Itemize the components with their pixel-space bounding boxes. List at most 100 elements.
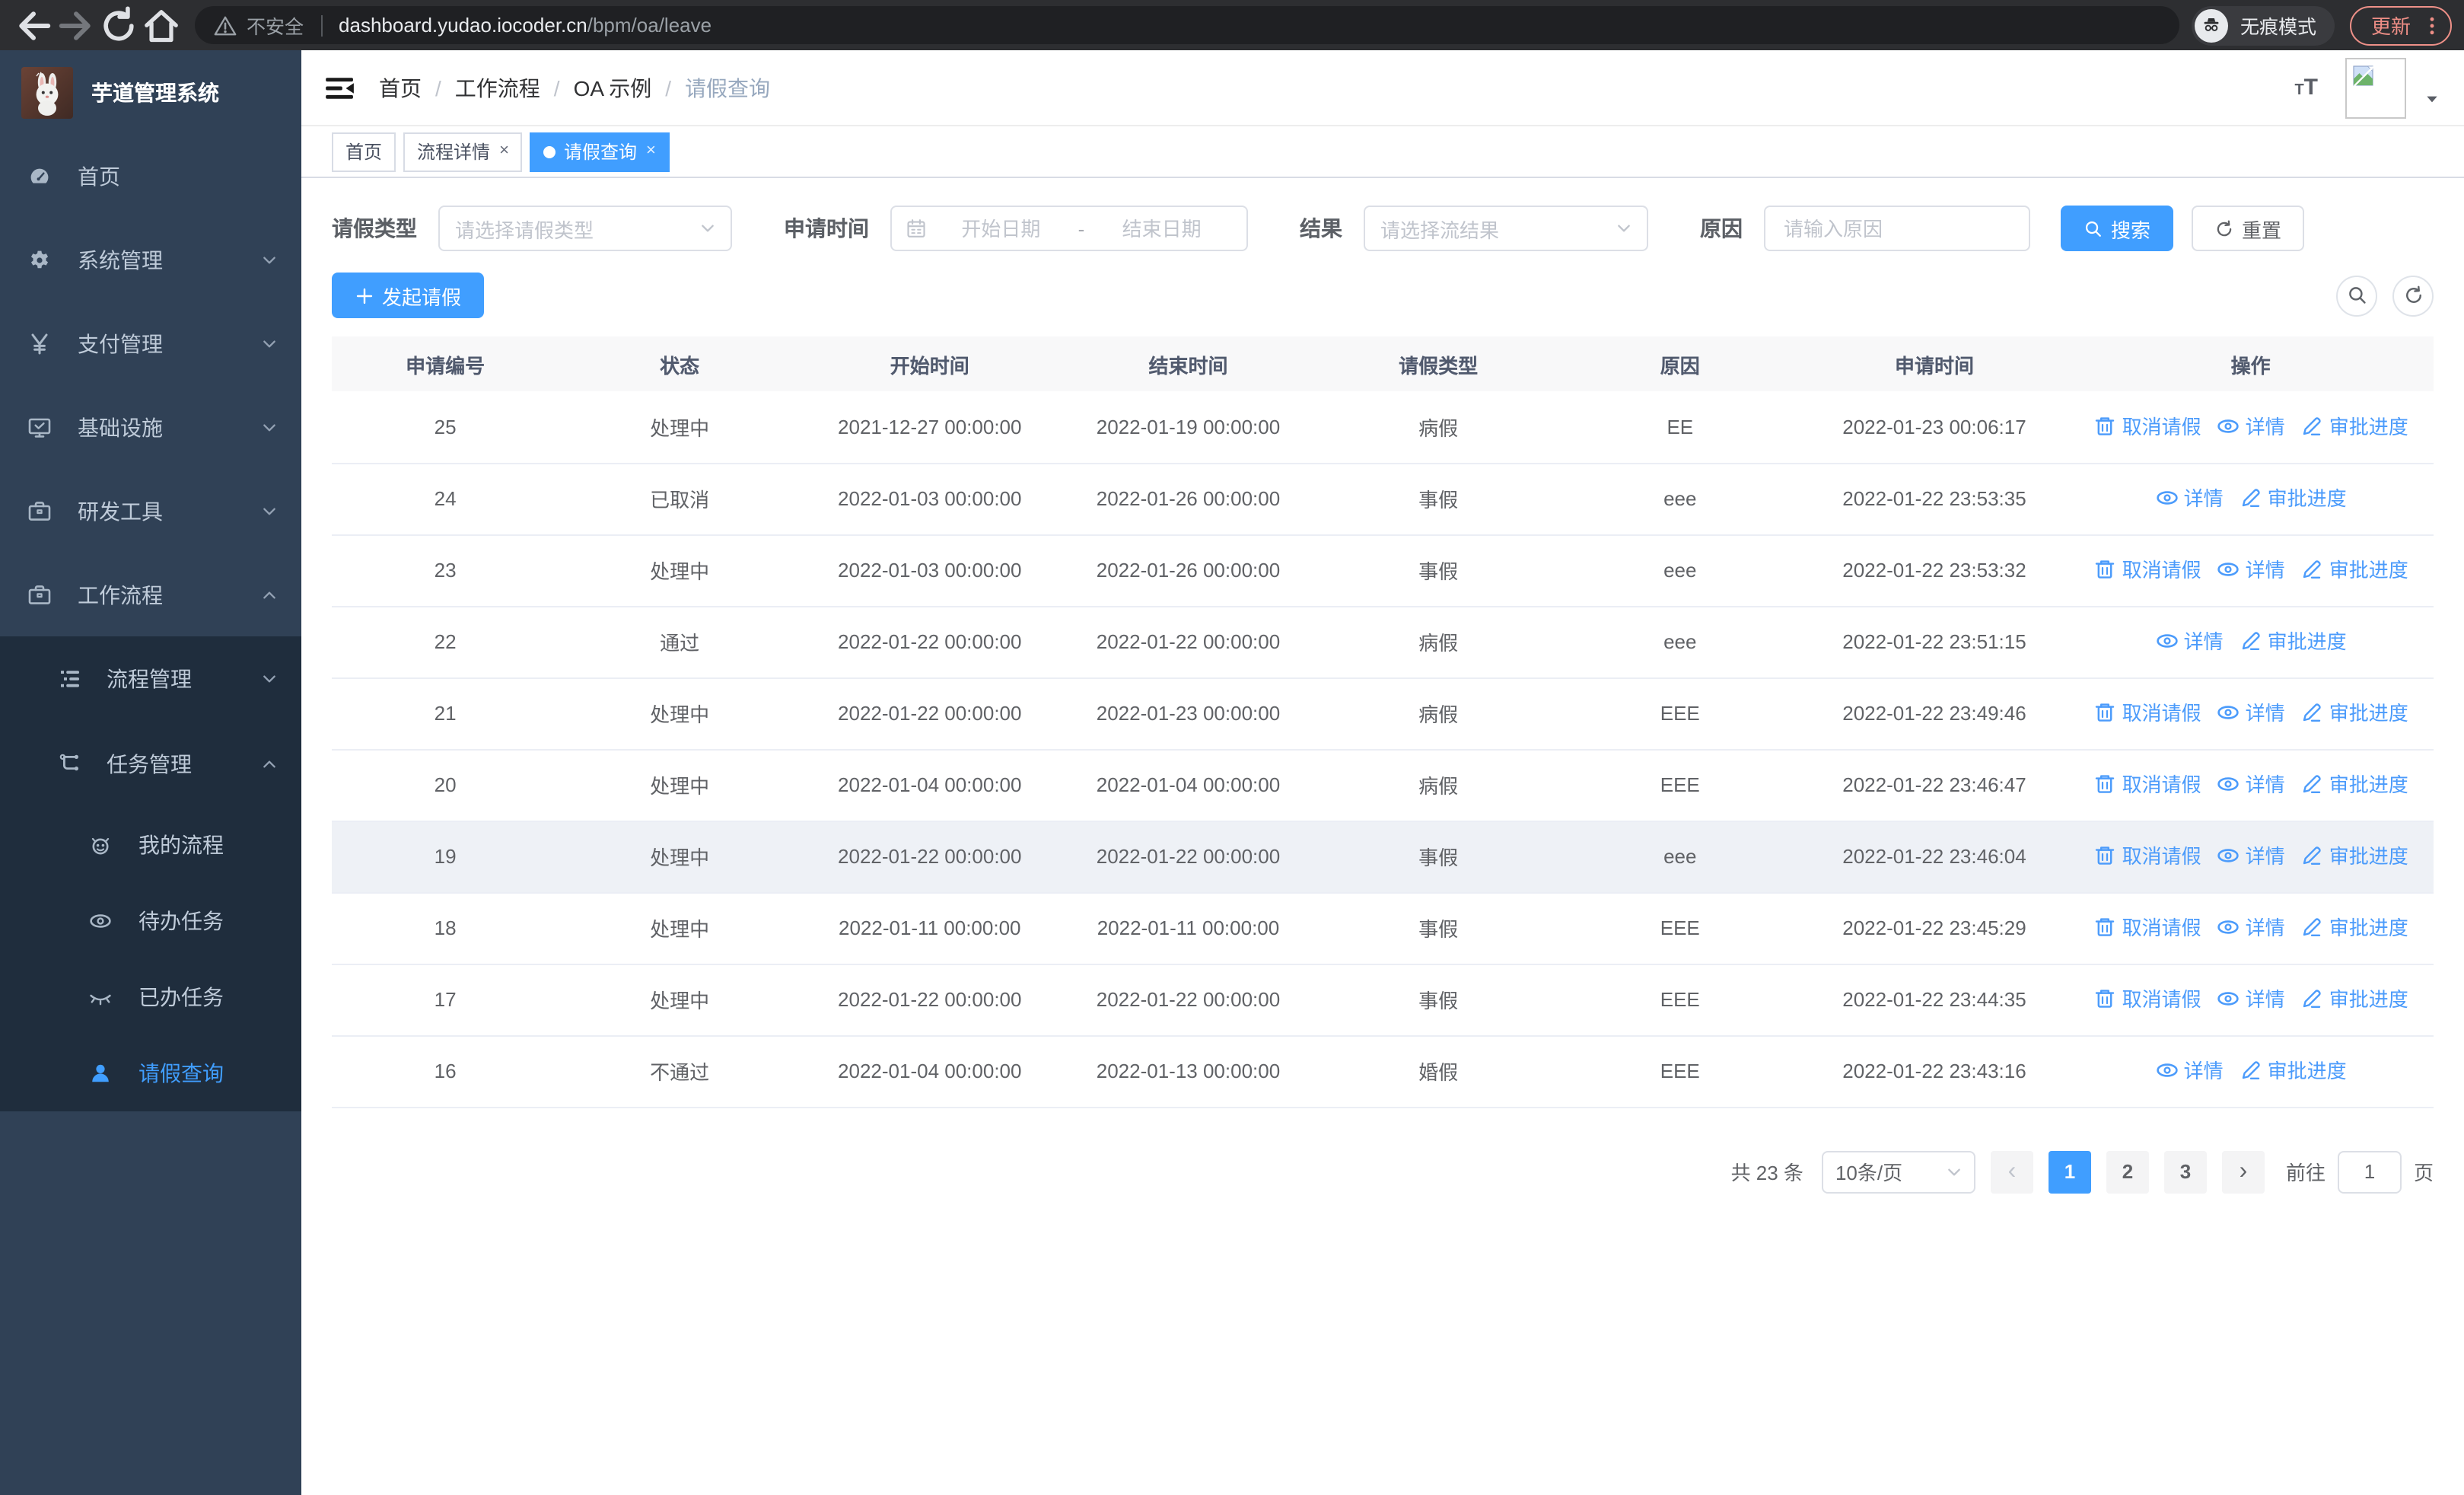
- approval-progress-link[interactable]: 审批进度: [2239, 626, 2347, 655]
- breadcrumb-item[interactable]: 首页: [379, 72, 422, 103]
- back-icon[interactable]: [12, 4, 55, 46]
- cancel-leave-link[interactable]: 取消请假: [2093, 770, 2201, 799]
- breadcrumb-item[interactable]: OA 示例: [574, 72, 652, 103]
- pencil-icon: [2300, 700, 2325, 725]
- sidebar-item-工作流程[interactable]: 工作流程: [0, 553, 301, 636]
- sidebar-item-已办任务[interactable]: 已办任务: [0, 959, 301, 1035]
- search-button[interactable]: 搜索: [2061, 206, 2174, 251]
- sidebar-item-请假查询[interactable]: 请假查询: [0, 1035, 301, 1111]
- goto-page-input[interactable]: [2337, 1150, 2402, 1193]
- end-date-input[interactable]: [1090, 215, 1233, 241]
- tab-label: 流程详情: [417, 142, 491, 163]
- detail-link[interactable]: 详情: [2217, 698, 2285, 727]
- detail-link[interactable]: 详情: [2217, 770, 2285, 799]
- sidebar-item-首页[interactable]: 首页: [0, 134, 301, 218]
- page-button-2[interactable]: 2: [2106, 1150, 2149, 1193]
- cell-applied: 2022-01-22 23:46:47: [1800, 749, 2068, 821]
- page-button-1[interactable]: 1: [2048, 1150, 2091, 1193]
- sidebar-item-基础设施[interactable]: 基础设施: [0, 385, 301, 469]
- tab-close-icon[interactable]: ×: [499, 142, 509, 160]
- breadcrumb-separator: /: [553, 75, 560, 100]
- refresh-table-button[interactable]: [2392, 275, 2434, 316]
- approval-progress-link[interactable]: 审批进度: [2300, 984, 2408, 1013]
- cancel-leave-link[interactable]: 取消请假: [2093, 411, 2201, 440]
- forward-icon[interactable]: [55, 4, 97, 46]
- cell-type: 婚假: [1317, 1035, 1559, 1108]
- browser-update-button[interactable]: 更新: [2349, 5, 2452, 45]
- update-label: 更新: [2370, 15, 2411, 38]
- detail-link[interactable]: 详情: [2217, 841, 2285, 870]
- toggle-search-button[interactable]: [2336, 275, 2377, 316]
- home-icon[interactable]: [140, 4, 183, 46]
- approval-progress-link[interactable]: 审批进度: [2300, 555, 2408, 584]
- breadcrumb-item[interactable]: 工作流程: [455, 72, 540, 103]
- sidebar-item-我的流程[interactable]: 我的流程: [0, 807, 301, 883]
- approval-progress-link[interactable]: 审批进度: [2239, 483, 2347, 512]
- detail-link[interactable]: 详情: [2217, 411, 2285, 440]
- approval-progress-link[interactable]: 审批进度: [2300, 411, 2408, 440]
- sidebar-item-流程管理[interactable]: 流程管理: [0, 636, 301, 722]
- sidebar-item-待办任务[interactable]: 待办任务: [0, 883, 301, 959]
- browser-menu-icon[interactable]: [2421, 14, 2443, 36]
- logo-row[interactable]: 芋道管理系统: [0, 50, 301, 134]
- reason-input[interactable]: [1764, 206, 2030, 251]
- detail-link[interactable]: 详情: [2217, 984, 2285, 1013]
- prev-page-button[interactable]: ‹: [1990, 1150, 2033, 1193]
- tab-首页[interactable]: 首页: [332, 132, 396, 171]
- sidebar-item-支付管理[interactable]: 支付管理: [0, 301, 301, 385]
- cancel-leave-link[interactable]: 取消请假: [2093, 841, 2201, 870]
- cell-type: 病假: [1317, 391, 1559, 464]
- eye-closed-icon: [88, 985, 113, 1009]
- sidebar-item-系统管理[interactable]: 系统管理: [0, 218, 301, 301]
- sidebar-item-任务管理[interactable]: 任务管理: [0, 722, 301, 807]
- create-leave-button[interactable]: 发起请假: [332, 273, 485, 318]
- cancel-leave-link[interactable]: 取消请假: [2093, 555, 2201, 584]
- cell-status: 处理中: [559, 964, 801, 1036]
- chevron-down-icon: [262, 503, 277, 518]
- url-bar[interactable]: 不安全 dashboard.yudao.iocoder.cn /bpm/oa/l…: [195, 6, 2179, 44]
- action-label: 详情: [2245, 416, 2285, 438]
- eye-open-icon: [2155, 1058, 2179, 1082]
- approval-progress-link[interactable]: 审批进度: [2300, 841, 2408, 870]
- next-page-button[interactable]: ›: [2221, 1150, 2265, 1193]
- detail-link[interactable]: 详情: [2155, 483, 2224, 512]
- reset-button[interactable]: 重置: [2192, 206, 2305, 251]
- detail-link[interactable]: 详情: [2217, 913, 2285, 942]
- approval-progress-link[interactable]: 审批进度: [2239, 1056, 2347, 1085]
- detail-link[interactable]: 详情: [2217, 555, 2285, 584]
- leave-type-select[interactable]: 请选择请假类型: [438, 206, 732, 251]
- reload-icon[interactable]: [97, 4, 140, 46]
- navbar-actions: TT: [2185, 57, 2440, 118]
- approval-progress-link[interactable]: 审批进度: [2300, 698, 2408, 727]
- result-select[interactable]: 请选择流结果: [1364, 206, 1648, 251]
- cancel-leave-link[interactable]: 取消请假: [2093, 913, 2201, 942]
- hamburger-icon[interactable]: [326, 75, 355, 100]
- pencil-icon: [2300, 915, 2325, 939]
- approval-progress-link[interactable]: 审批进度: [2300, 913, 2408, 942]
- page-size-select[interactable]: 10条/页: [1821, 1150, 1975, 1193]
- start-date-input[interactable]: [930, 215, 1072, 241]
- font-size-icon[interactable]: TT: [2294, 76, 2318, 99]
- cell-end: 2022-01-19 00:00:00: [1059, 391, 1318, 464]
- apply-time-range-picker[interactable]: -: [890, 206, 1248, 251]
- cell-status: 处理中: [559, 677, 801, 750]
- cancel-leave-link[interactable]: 取消请假: [2093, 698, 2201, 727]
- detail-link[interactable]: 详情: [2155, 626, 2224, 655]
- cancel-leave-link[interactable]: 取消请假: [2093, 984, 2201, 1013]
- chevron-down-icon: [262, 671, 277, 687]
- tab-流程详情[interactable]: 流程详情 ×: [403, 132, 523, 171]
- avatar[interactable]: [2345, 57, 2406, 118]
- sidebar-item-研发工具[interactable]: 研发工具: [0, 469, 301, 553]
- tab-close-icon[interactable]: ×: [646, 142, 656, 160]
- tab-请假查询[interactable]: 请假查询 ×: [530, 132, 670, 171]
- avatar-caret-icon[interactable]: [2424, 91, 2440, 106]
- detail-link[interactable]: 详情: [2155, 1056, 2224, 1085]
- action-label: 详情: [2245, 916, 2285, 940]
- action-label: 审批进度: [2329, 416, 2408, 438]
- column-header: 申请编号: [332, 336, 559, 391]
- action-label: 详情: [2183, 1060, 2224, 1083]
- chevron-down-icon: [262, 419, 277, 435]
- breadcrumb-separator: /: [435, 75, 441, 100]
- approval-progress-link[interactable]: 审批进度: [2300, 770, 2408, 799]
- page-button-3[interactable]: 3: [2163, 1150, 2207, 1193]
